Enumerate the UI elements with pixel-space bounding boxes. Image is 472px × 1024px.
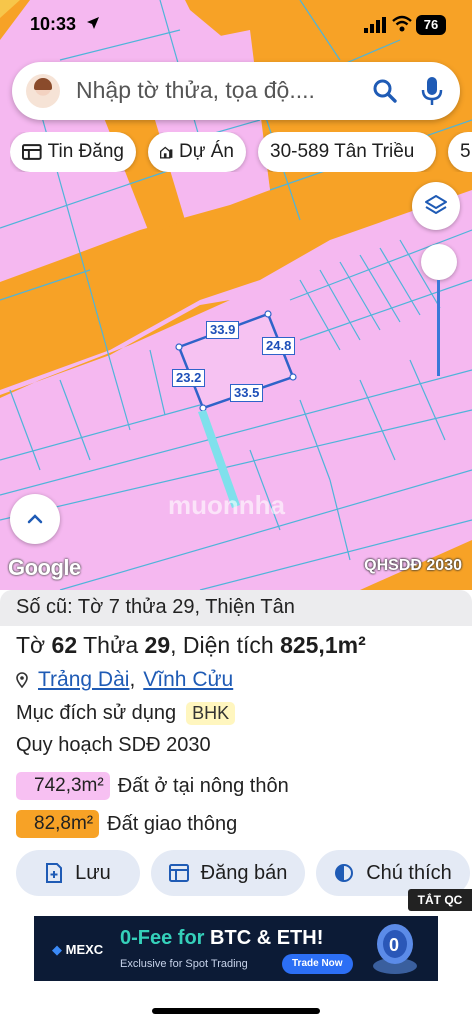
map-pin-icon [16, 672, 28, 688]
ad-brand: ◆ MEXC [52, 942, 104, 957]
chip-label: 30-589 Tân Triều [270, 141, 415, 162]
expand-sheet-button[interactable] [10, 494, 60, 544]
search-input[interactable]: Nhập tờ thửa, tọa độ.... [76, 77, 315, 104]
avatar[interactable] [26, 74, 60, 108]
ad-subtitle: Exclusive for Spot Trading [120, 958, 248, 970]
hide-ads-button[interactable]: TẮT QC [408, 889, 472, 911]
legend-label: Chú thích [366, 861, 452, 884]
status-bar: 10:33 76 [0, 0, 472, 50]
location-arrow-icon [87, 17, 99, 29]
sheet-number: 62 [51, 632, 78, 658]
location-separator: , [129, 668, 136, 691]
planning-label: Quy hoạch SDĐ 2030 [16, 734, 211, 756]
post-sale-button[interactable]: Đăng bán [151, 850, 305, 896]
signal-icon [364, 17, 386, 33]
ad-headline-rest: BTC & ETH! [210, 927, 324, 949]
title-area-label: , Diện tích [170, 632, 281, 658]
parcel-area: 825,1m² [280, 632, 366, 658]
dimension-label: 23.2 [172, 369, 206, 387]
ad-brand-name: MEXC [65, 942, 104, 957]
chip-tin-dang[interactable]: Tin Đăng [10, 132, 136, 172]
home-indicator [152, 1008, 320, 1014]
dimension-label: 33.5 [230, 384, 264, 402]
area-row-residential: 742,3m² Đất ở tại nông thôn [16, 772, 289, 800]
layers-button[interactable] [412, 182, 460, 230]
title-mid: Thửa [77, 632, 145, 658]
area-label: Đất ở tại nông thôn [117, 774, 289, 797]
chip-search-history[interactable]: 30-589 Tân Triều [258, 132, 436, 172]
area-row-transport: 82,8m² Đất giao thông [16, 810, 237, 838]
district-link[interactable]: Vĩnh Cửu [143, 668, 233, 692]
save-button[interactable]: Lưu [16, 850, 140, 896]
watermark: muonnha [168, 490, 285, 520]
filter-chips: Tin Đăng Dự Án 30-589 Tân Triều 51 [10, 132, 472, 172]
battery-indicator: 76 [416, 15, 446, 35]
ad-headline: 0-Fee for BTC & ETH! [120, 927, 323, 950]
area-value-pill: 82,8m² [16, 810, 100, 838]
wifi-icon [392, 15, 412, 32]
area-label: Đất giao thông [107, 812, 238, 835]
ad-headline-highlight: 0-Fee for [120, 927, 211, 949]
chip-label: Dự Án [179, 141, 234, 162]
post-sale-label: Đăng bán [200, 861, 288, 884]
title-prefix: Tờ [16, 632, 52, 658]
status-time: 10:33 [30, 14, 77, 34]
chip-du-an[interactable]: Dự Án [148, 132, 246, 172]
chip-label: Tin Đăng [47, 141, 124, 162]
map-view[interactable]: 33.9 24.8 23.2 33.5 muonnha 10:33 76 Nhậ… [0, 0, 472, 590]
newspaper-icon [22, 144, 42, 160]
save-label: Lưu [75, 861, 111, 884]
land-use-code-badge: BHK [186, 702, 236, 725]
layers-icon [425, 195, 447, 214]
ward-link[interactable]: Trảng Dài [38, 668, 129, 692]
land-use-row: Mục đích sử dụng BHK [16, 702, 236, 725]
svg-text:0: 0 [389, 935, 399, 955]
google-logo: Google [8, 555, 81, 580]
parcel-title: Tờ 62 Thửa 29, Diện tích 825,1m² [16, 632, 366, 659]
location-row: Trảng Dài, Vĩnh Cửu [16, 668, 233, 692]
chevron-up-icon [27, 514, 43, 524]
area-value-pill: 742,3m² [16, 772, 110, 800]
search-bar[interactable]: Nhập tờ thửa, tọa độ.... [12, 62, 460, 120]
chip-label: 51 [460, 141, 472, 162]
microphone-icon[interactable] [420, 76, 444, 106]
contrast-icon [335, 864, 354, 882]
old-parcel-info: Số cũ: Tờ 7 thửa 29, Thiện Tân [16, 596, 295, 618]
parcel-number: 29 [144, 632, 171, 658]
chip-more[interactable]: 51 [448, 132, 472, 172]
opacity-slider-handle[interactable] [421, 244, 457, 280]
newspaper-icon [168, 864, 189, 882]
dimension-label: 33.9 [206, 321, 240, 339]
file-add-icon [46, 863, 63, 883]
ad-cta-button[interactable]: Trade Now [282, 954, 353, 974]
buildings-icon [160, 146, 173, 159]
opacity-slider-track[interactable] [437, 280, 440, 376]
search-icon[interactable] [372, 78, 398, 104]
dimension-label: 24.8 [262, 337, 296, 355]
land-use-label: Mục đích sử dụng [16, 702, 177, 724]
ad-banner[interactable]: ◆ MEXC 0-Fee for BTC & ETH! Exclusive fo… [34, 916, 438, 981]
coin-graphic-icon: 0 [373, 924, 417, 974]
map-layer-label: QHSDĐ 2030 [364, 557, 462, 574]
